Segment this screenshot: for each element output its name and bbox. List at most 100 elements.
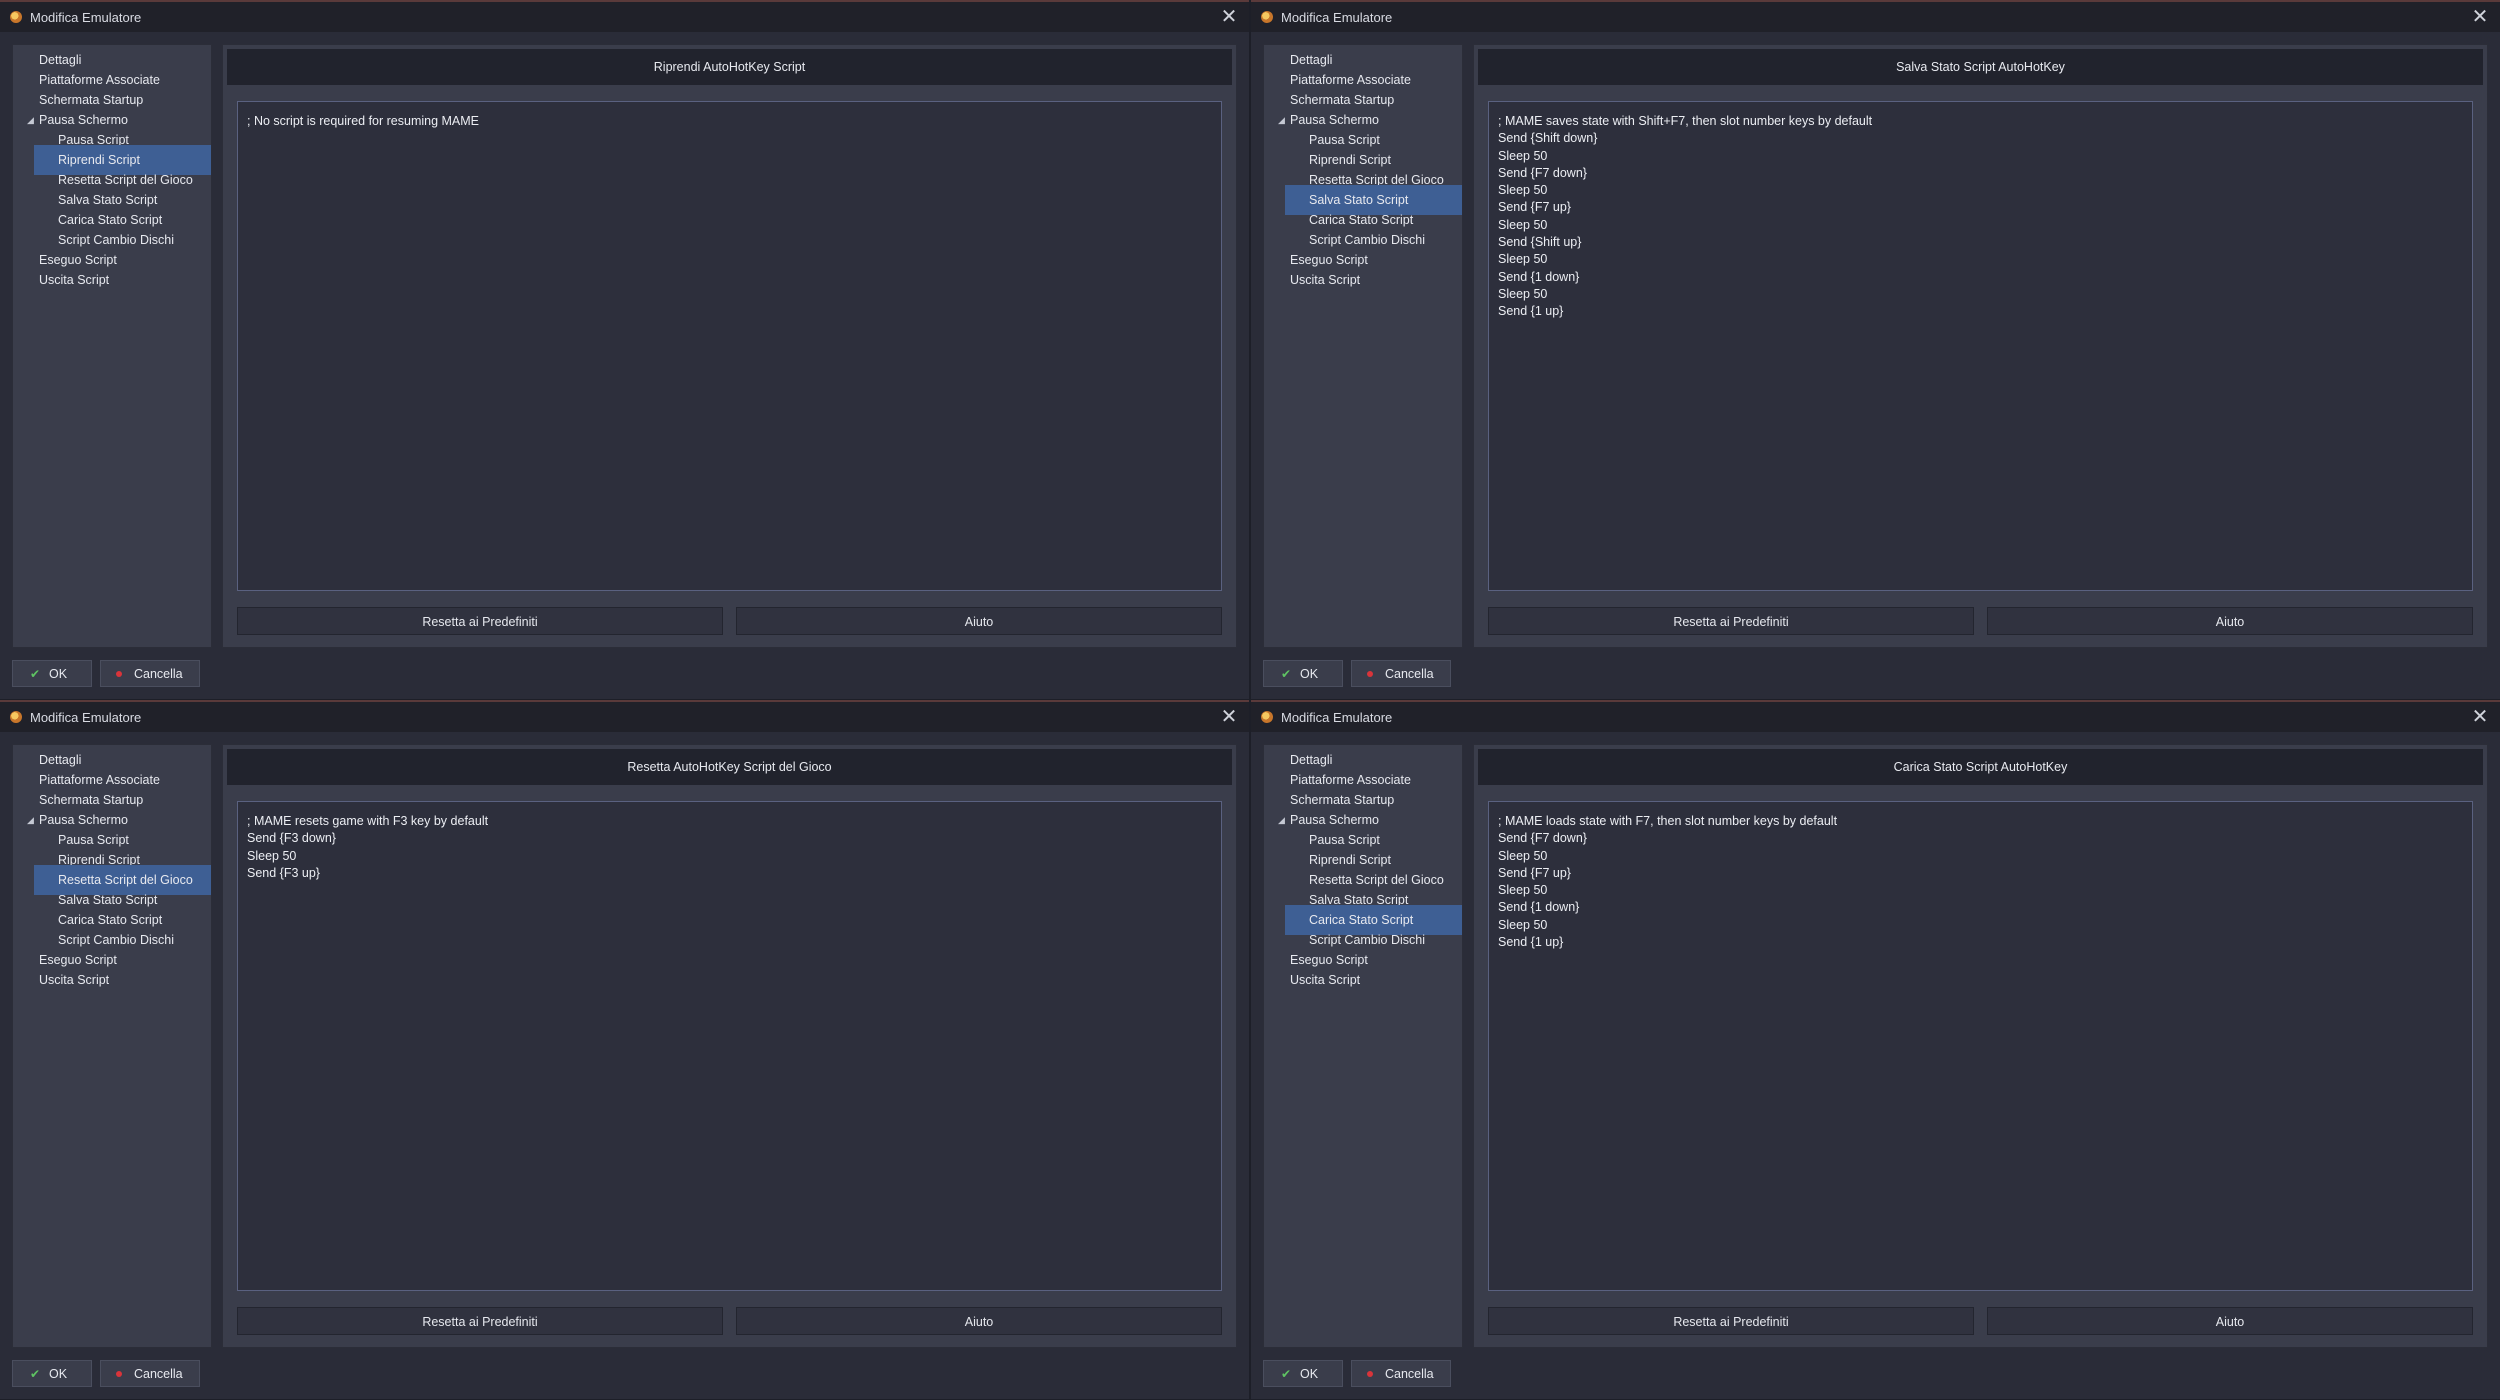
sidebar-item-uscita-script[interactable]: Uscita Script (15, 265, 209, 295)
app-icon (1261, 11, 1273, 23)
ok-label: OK (1300, 1367, 1319, 1381)
cancel-button[interactable]: Cancella (1351, 1360, 1451, 1387)
window-title: Modifica Emulatore (1281, 710, 1393, 725)
script-panel: Carica Stato Script AutoHotKey ; MAME lo… (1473, 744, 2488, 1348)
code-line: Send {Shift down} (1498, 131, 1598, 146)
code-line: Send {1 up} (1498, 304, 1564, 319)
sidebar-item-label: Uscita Script (1290, 973, 1361, 987)
emulator-dialog-save-state: Modifica Emulatore ✕ Dettagli Piattaform… (1251, 0, 2500, 699)
app-icon (10, 11, 22, 23)
reset-defaults-button[interactable]: Resetta ai Predefiniti (237, 1307, 723, 1335)
ok-button[interactable]: ✔ OK (1263, 1360, 1343, 1387)
code-line: Send {F7 down} (1498, 831, 1587, 846)
cancel-dot-icon (116, 671, 122, 677)
script-panel: Salva Stato Script AutoHotKey ; MAME sav… (1473, 44, 2488, 648)
app-icon (10, 711, 22, 723)
cancel-button[interactable]: Cancella (100, 660, 200, 687)
check-icon: ✔ (30, 1367, 41, 1381)
ok-label: OK (49, 1367, 68, 1381)
cancel-label: Cancella (134, 1367, 183, 1381)
sidebar-item-uscita-script[interactable]: Uscita Script (1266, 965, 1460, 995)
close-icon[interactable]: ✕ (2468, 705, 2492, 729)
code-line: Sleep 50 (1498, 917, 1548, 932)
help-button[interactable]: Aiuto (1987, 1307, 2473, 1335)
expand-caret-icon[interactable]: ◢ (27, 805, 34, 835)
title-bar[interactable]: Modifica Emulatore ✕ (0, 2, 1249, 32)
emulator-dialog-reset-game: Modifica Emulatore ✕ Dettagli Piattaform… (0, 700, 1249, 1399)
sidebar-item-label: Uscita Script (39, 973, 110, 987)
code-line: Sleep 50 (1498, 252, 1548, 267)
sidebar-nav: Dettagli Piattaforme Associate Schermata… (1263, 744, 1463, 1348)
close-icon[interactable]: ✕ (1217, 705, 1241, 729)
help-button[interactable]: Aiuto (1987, 607, 2473, 635)
code-line: ; MAME resets game with F3 key by defaul… (247, 814, 489, 828)
check-icon: ✔ (1281, 667, 1292, 681)
expand-caret-icon[interactable]: ◢ (27, 105, 34, 135)
sidebar-nav: Dettagli Piattaforme Associate Schermata… (12, 744, 212, 1348)
code-line: Send {F7 up} (1498, 865, 1571, 880)
app-icon (1261, 711, 1273, 723)
code-line: ; No script is required for resuming MAM… (247, 114, 480, 128)
script-editor[interactable]: ; No script is required for resuming MAM… (237, 101, 1222, 591)
code-line: ; MAME saves state with Shift+F7, then s… (1498, 114, 1873, 128)
cancel-label: Cancella (1385, 1367, 1434, 1381)
code-line: Send {1 up} (1498, 935, 1564, 950)
title-bar[interactable]: Modifica Emulatore ✕ (1251, 702, 2500, 732)
code-line: Send {F7 up} (1498, 200, 1571, 215)
code-line: Sleep 50 (1498, 286, 1548, 301)
cancel-dot-icon (116, 1371, 122, 1377)
script-editor[interactable]: ; MAME loads state with F7, then slot nu… (1488, 801, 2473, 1291)
reset-defaults-button[interactable]: Resetta ai Predefiniti (1488, 607, 1974, 635)
code-line: Send {Shift up} (1498, 235, 1582, 250)
help-button[interactable]: Aiuto (736, 1307, 1222, 1335)
code-line: Sleep 50 (1498, 148, 1548, 163)
code-line: Sleep 50 (247, 848, 297, 863)
expand-caret-icon[interactable]: ◢ (1278, 105, 1285, 135)
check-icon: ✔ (1281, 1367, 1292, 1381)
cancel-dot-icon (1367, 671, 1373, 677)
expand-caret-icon[interactable]: ◢ (1278, 805, 1285, 835)
window-title: Modifica Emulatore (1281, 10, 1393, 25)
script-editor[interactable]: ; MAME resets game with F3 key by defaul… (237, 801, 1222, 1291)
ok-button[interactable]: ✔ OK (12, 660, 92, 687)
sidebar-nav: Dettagli Piattaforme Associate Schermata… (1263, 44, 1463, 648)
ok-button[interactable]: ✔ OK (12, 1360, 92, 1387)
window-title: Modifica Emulatore (30, 10, 142, 25)
reset-defaults-button[interactable]: Resetta ai Predefiniti (1488, 1307, 1974, 1335)
code-line: Send {F7 down} (1498, 165, 1587, 180)
panel-header: Resetta AutoHotKey Script del Gioco (227, 749, 1232, 785)
script-editor[interactable]: ; MAME saves state with Shift+F7, then s… (1488, 101, 2473, 591)
ok-label: OK (49, 667, 68, 681)
close-icon[interactable]: ✕ (1217, 5, 1241, 29)
title-bar[interactable]: Modifica Emulatore ✕ (1251, 2, 2500, 32)
cancel-button[interactable]: Cancella (100, 1360, 200, 1387)
sidebar-item-uscita-script[interactable]: Uscita Script (15, 965, 209, 995)
cancel-label: Cancella (134, 667, 183, 681)
code-line: Sleep 50 (1498, 883, 1548, 898)
code-line: Sleep 50 (1498, 217, 1548, 232)
script-panel: Riprendi AutoHotKey Script ; No script i… (222, 44, 1237, 648)
help-button[interactable]: Aiuto (736, 607, 1222, 635)
sidebar-item-label: Uscita Script (1290, 273, 1361, 287)
title-bar[interactable]: Modifica Emulatore ✕ (0, 702, 1249, 732)
code-line: Send {F3 up} (247, 865, 320, 880)
code-line: ; MAME loads state with F7, then slot nu… (1498, 814, 1838, 828)
emulator-dialog-load-state: Modifica Emulatore ✕ Dettagli Piattaform… (1251, 700, 2500, 1399)
code-line: Send {1 down} (1498, 900, 1580, 915)
check-icon: ✔ (30, 667, 41, 681)
close-icon[interactable]: ✕ (2468, 5, 2492, 29)
script-panel: Resetta AutoHotKey Script del Gioco ; MA… (222, 744, 1237, 1348)
code-line: Sleep 50 (1498, 183, 1548, 198)
sidebar-nav: Dettagli Piattaforme Associate Schermata… (12, 44, 212, 648)
reset-defaults-button[interactable]: Resetta ai Predefiniti (237, 607, 723, 635)
panel-header: Salva Stato Script AutoHotKey (1478, 49, 2483, 85)
window-title: Modifica Emulatore (30, 710, 142, 725)
panel-header: Carica Stato Script AutoHotKey (1478, 749, 2483, 785)
cancel-button[interactable]: Cancella (1351, 660, 1451, 687)
emulator-dialog-resume: Modifica Emulatore ✕ Dettagli Piattaform… (0, 0, 1249, 699)
ok-button[interactable]: ✔ OK (1263, 660, 1343, 687)
sidebar-item-label: Uscita Script (39, 273, 110, 287)
cancel-label: Cancella (1385, 667, 1434, 681)
code-line: Send {F3 down} (247, 831, 336, 846)
sidebar-item-uscita-script[interactable]: Uscita Script (1266, 265, 1460, 295)
